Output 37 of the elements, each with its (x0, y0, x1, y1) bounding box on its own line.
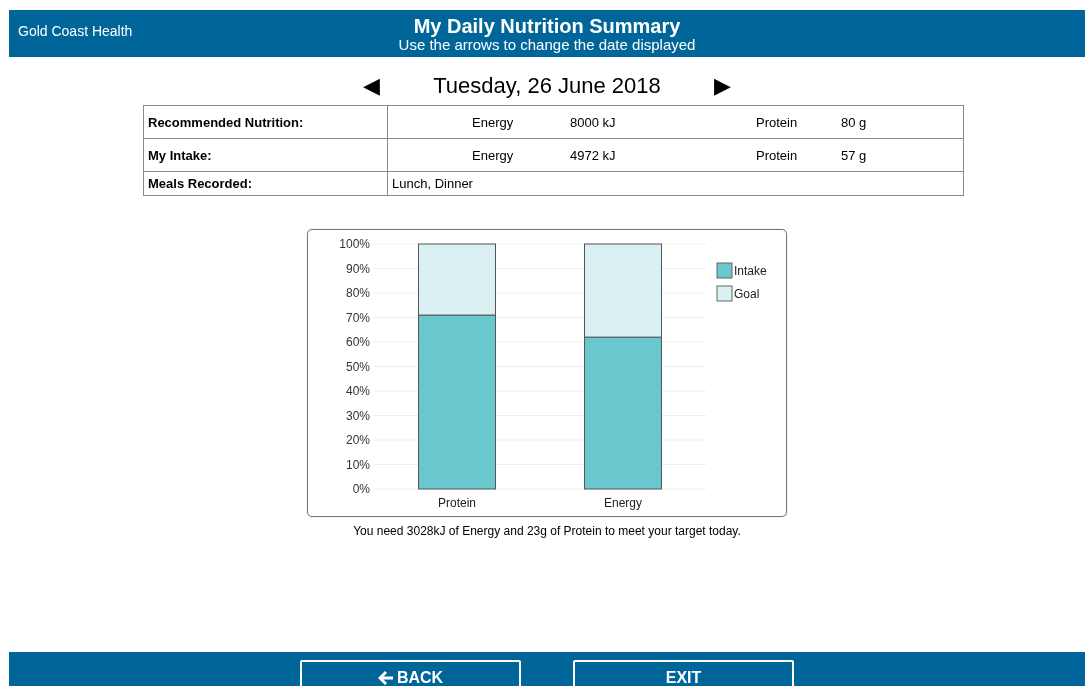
row-label: My Intake: (143, 138, 388, 172)
nutrient-value: 57 g (841, 147, 867, 163)
row-label: Meals Recorded: (143, 171, 388, 196)
nutrient-name: Energy (472, 114, 515, 130)
date-label: Tuesday, 26 June 2018 (432, 73, 662, 99)
y-tick-label: 10% (345, 457, 370, 472)
brand-name: Gold Coast Health (18, 23, 133, 39)
page-subtitle: Use the arrows to change the date displayed (398, 36, 696, 53)
y-tick-label: 20% (345, 433, 370, 447)
nutrient-value: 4972 kJ (570, 147, 617, 163)
left-arrow-icon (377, 670, 393, 685)
y-tick-label: 70% (345, 310, 370, 325)
nutrient-name: Protein (756, 114, 799, 130)
x-axis-label: Energy (604, 496, 642, 510)
y-tick-label: 50% (345, 359, 370, 374)
y-tick-label: 30% (345, 408, 370, 423)
row-label: Recommended Nutrition: (143, 105, 388, 139)
target-message: You need 3028kJ of Energy and 23g of Protein to meet your target today. (353, 524, 741, 538)
x-axis-label: Protein (438, 496, 476, 510)
next-date-button[interactable]: ▶ (714, 75, 731, 97)
exit-button[interactable]: EXIT (573, 660, 794, 686)
table-cell: Lunch, Dinner (387, 171, 964, 196)
y-tick-label: 80% (345, 286, 370, 300)
nutrient-name: Protein (756, 147, 799, 163)
y-tick-label: 0% (352, 482, 370, 496)
y-tick-label: 100% (339, 237, 370, 251)
y-tick-label: 40% (345, 384, 370, 398)
previous-date-button[interactable]: ◀ (363, 75, 380, 97)
legend-label: Goal (734, 287, 760, 301)
nutrient-name: Energy (472, 147, 515, 163)
nutrient-value: 8000 kJ (570, 114, 617, 130)
legend-label: Intake (734, 264, 767, 278)
page-title: My Daily Nutrition Summary (413, 14, 681, 37)
back-button[interactable]: BACK (300, 660, 521, 686)
y-tick-label: 60% (345, 335, 370, 349)
y-tick-label: 90% (345, 261, 370, 276)
nutrient-value: 80 g (841, 114, 867, 130)
